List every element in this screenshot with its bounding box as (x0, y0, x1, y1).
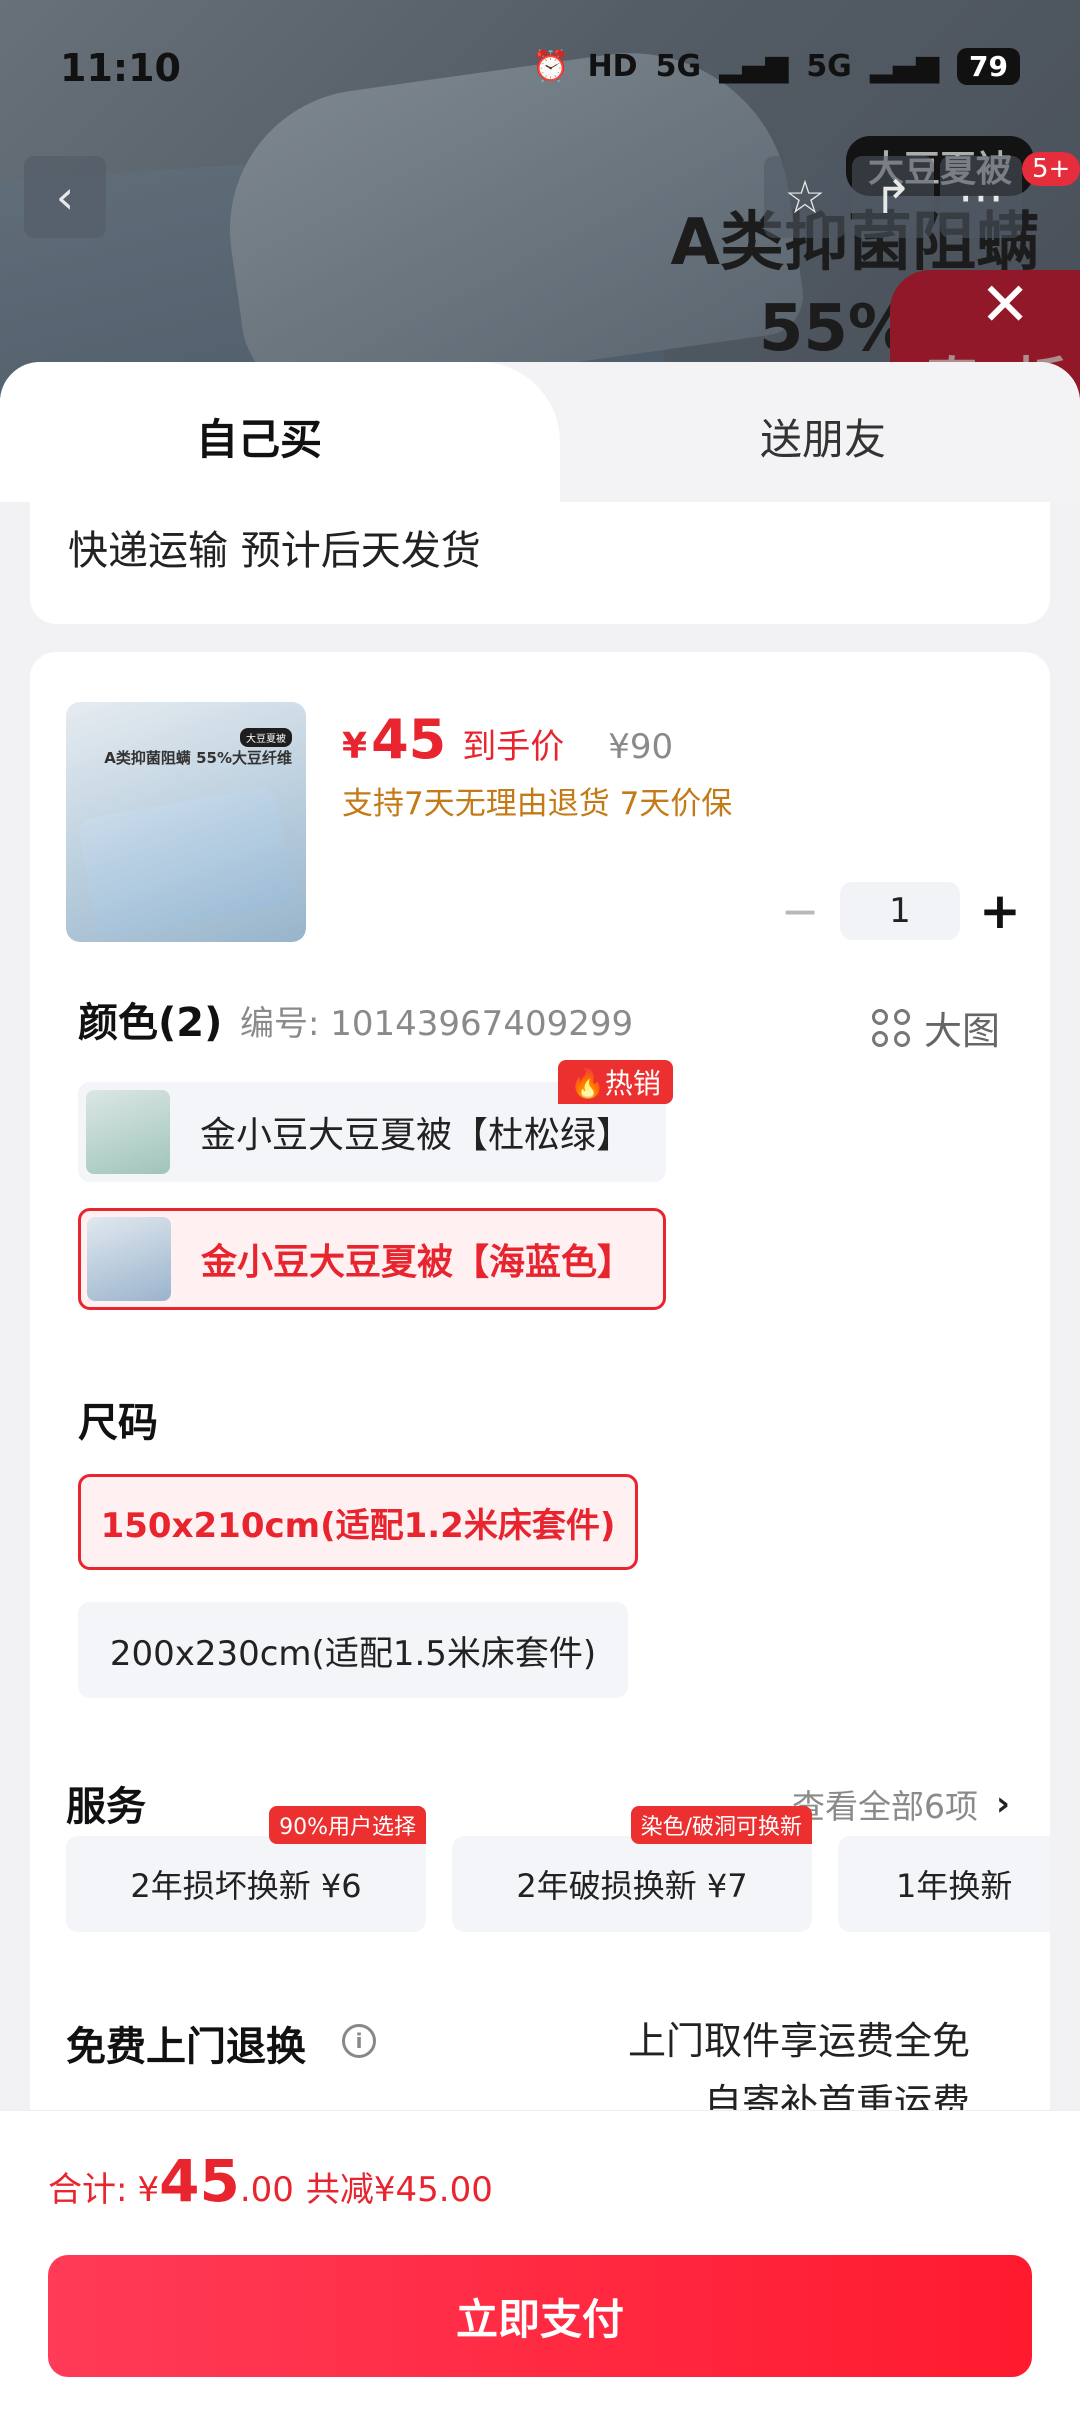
total-label: 合计: (48, 2170, 128, 2210)
total-currency: ¥ (137, 2170, 160, 2210)
signal-bars-icon: ▂▄▆ (719, 49, 789, 84)
back-arrow-icon: ‹ (55, 170, 75, 224)
purchase-sheet: 送朋友 自己买 快递运输 预计后天发货 大豆夏被 A类抑菌阻螨 55%大豆纤维 … (0, 362, 1080, 2412)
tab-self[interactable]: 自己买 (0, 362, 560, 502)
more-button[interactable]: ⋯ (940, 156, 1022, 238)
decrease-button[interactable]: − (770, 884, 830, 938)
big-image-button[interactable]: 大图 (871, 1000, 1000, 1055)
view-all-label: 查看全部6项 (791, 1787, 978, 1826)
service-option-3-wrap: 1年换新 (838, 1836, 1050, 1932)
service-title: 服务 (66, 1784, 146, 1830)
view-all-services-link[interactable]: 查看全部6项 › (792, 1780, 1010, 1828)
status-time: 11:10 (60, 46, 181, 90)
guarantee-text: 支持7天无理由退货 7天价保 (342, 786, 733, 822)
color-option-thumb (87, 1217, 171, 1301)
tab-gift-label: 送朋友 (760, 415, 887, 464)
fire-icon: 🔥 (570, 1067, 605, 1100)
service-option-3[interactable]: 1年换新 (838, 1836, 1050, 1932)
free-return-title: 免费上门退换 (66, 2024, 306, 2070)
size-option-200[interactable]: 200x230cm(适配1.5米床套件) (78, 1602, 628, 1698)
back-button[interactable]: ‹ (24, 156, 106, 238)
notification-badge: 5+ (1022, 152, 1080, 186)
service-option-1-wrap: 2年损坏换新 ¥6 90%用户选择 (66, 1806, 426, 1932)
color-option-label: 金小豆大豆夏被【杜松绿】 (200, 1115, 633, 1156)
shipping-text: 快递运输 预计后天发货 (68, 528, 481, 574)
color-option-thumb (86, 1090, 170, 1174)
thumbnail-text: A类抑菌阻螨 55%大豆纤维 (104, 749, 292, 767)
color-option-label: 金小豆大豆夏被【海蓝色】 (201, 1242, 634, 1283)
quantity-value[interactable]: 1 (840, 882, 960, 940)
signal-bars-icon-2: ▂▄▆ (869, 49, 940, 84)
hot-badge: 🔥热销 (558, 1060, 673, 1104)
product-code: 编号: 10143967409299 (240, 1004, 634, 1044)
big-image-label: 大图 (923, 1009, 1000, 1053)
network-hd: HD (587, 49, 638, 84)
shipping-info: 快递运输 预计后天发货 (30, 502, 1050, 624)
pay-now-button[interactable]: 立即支付 (48, 2255, 1032, 2377)
signal-5g-2: 5G (806, 49, 852, 84)
service-badge-1: 90%用户选择 (269, 1806, 426, 1844)
service-option-2-wrap: 2年破损换新 ¥7 染色/破洞可换新 (452, 1806, 812, 1932)
tab-self-label: 自己买 (196, 415, 323, 464)
service-option-2[interactable]: 2年破损换新 ¥7 (452, 1836, 812, 1932)
status-bar: 11:10 ⏰ HD 5G ▂▄▆ 5G ▂▄▆ 79 (0, 0, 1080, 140)
size-option-150[interactable]: 150x210cm(适配1.2米床套件) (78, 1474, 638, 1570)
total-saving: 共减¥45.00 (305, 2170, 493, 2210)
grid-icon (871, 1008, 910, 1047)
price-currency: ¥ (342, 726, 368, 767)
total-price: 合计: ¥ 45 .00 共减¥45.00 (48, 2147, 493, 2215)
sku-card: 大豆夏被 A类抑菌阻螨 55%大豆纤维 ¥ 45 到手价 ¥90 支持7天无理由… (30, 652, 1050, 2152)
total-decimal: .00 (239, 2170, 294, 2210)
service-option-1[interactable]: 2年损坏换新 ¥6 (66, 1836, 426, 1932)
favorite-button[interactable]: ☆ (764, 156, 846, 238)
share-button[interactable]: ↱ (852, 156, 934, 238)
free-return-line1: 上门取件享运费全免 (627, 2019, 970, 2063)
thumbnail-image (77, 785, 295, 939)
price-row: ¥ 45 到手价 ¥90 (342, 708, 673, 771)
increase-button[interactable]: + (970, 882, 1030, 940)
checkout-bar: 合计: ¥ 45 .00 共减¥45.00 立即支付 (0, 2110, 1080, 2412)
price-label: 到手价 (462, 727, 565, 767)
close-icon[interactable]: ✕ (980, 270, 1030, 340)
info-icon[interactable]: i (342, 2024, 376, 2058)
battery-level: 79 (957, 48, 1020, 85)
alarm-icon: ⏰ (532, 49, 570, 84)
color-title: 颜色(2) (78, 1000, 223, 1046)
total-integer: 45 (159, 2147, 240, 2215)
chevron-right-icon: › (995, 1784, 1010, 1824)
share-icon: ↱ (873, 170, 913, 224)
thumbnail-tag: 大豆夏被 (240, 728, 292, 747)
color-option-blue[interactable]: 金小豆大豆夏被【海蓝色】 (78, 1208, 666, 1310)
status-icons: ⏰ HD 5G ▂▄▆ 5G ▂▄▆ 79 (532, 48, 1020, 85)
more-icon: ⋯ (958, 170, 1004, 224)
signal-5g-1: 5G (655, 49, 702, 84)
purchase-tabs: 送朋友 自己买 (0, 362, 1080, 502)
star-icon: ☆ (784, 170, 826, 224)
service-badge-2: 染色/破洞可换新 (630, 1806, 812, 1844)
price-value: 45 (371, 708, 447, 771)
size-title: 尺码 (78, 1400, 158, 1446)
hot-badge-label: 热销 (604, 1067, 661, 1100)
original-price: ¥90 (608, 727, 674, 767)
product-thumbnail[interactable]: 大豆夏被 A类抑菌阻螨 55%大豆纤维 (66, 702, 306, 942)
quantity-stepper: − 1 + (770, 882, 1030, 940)
